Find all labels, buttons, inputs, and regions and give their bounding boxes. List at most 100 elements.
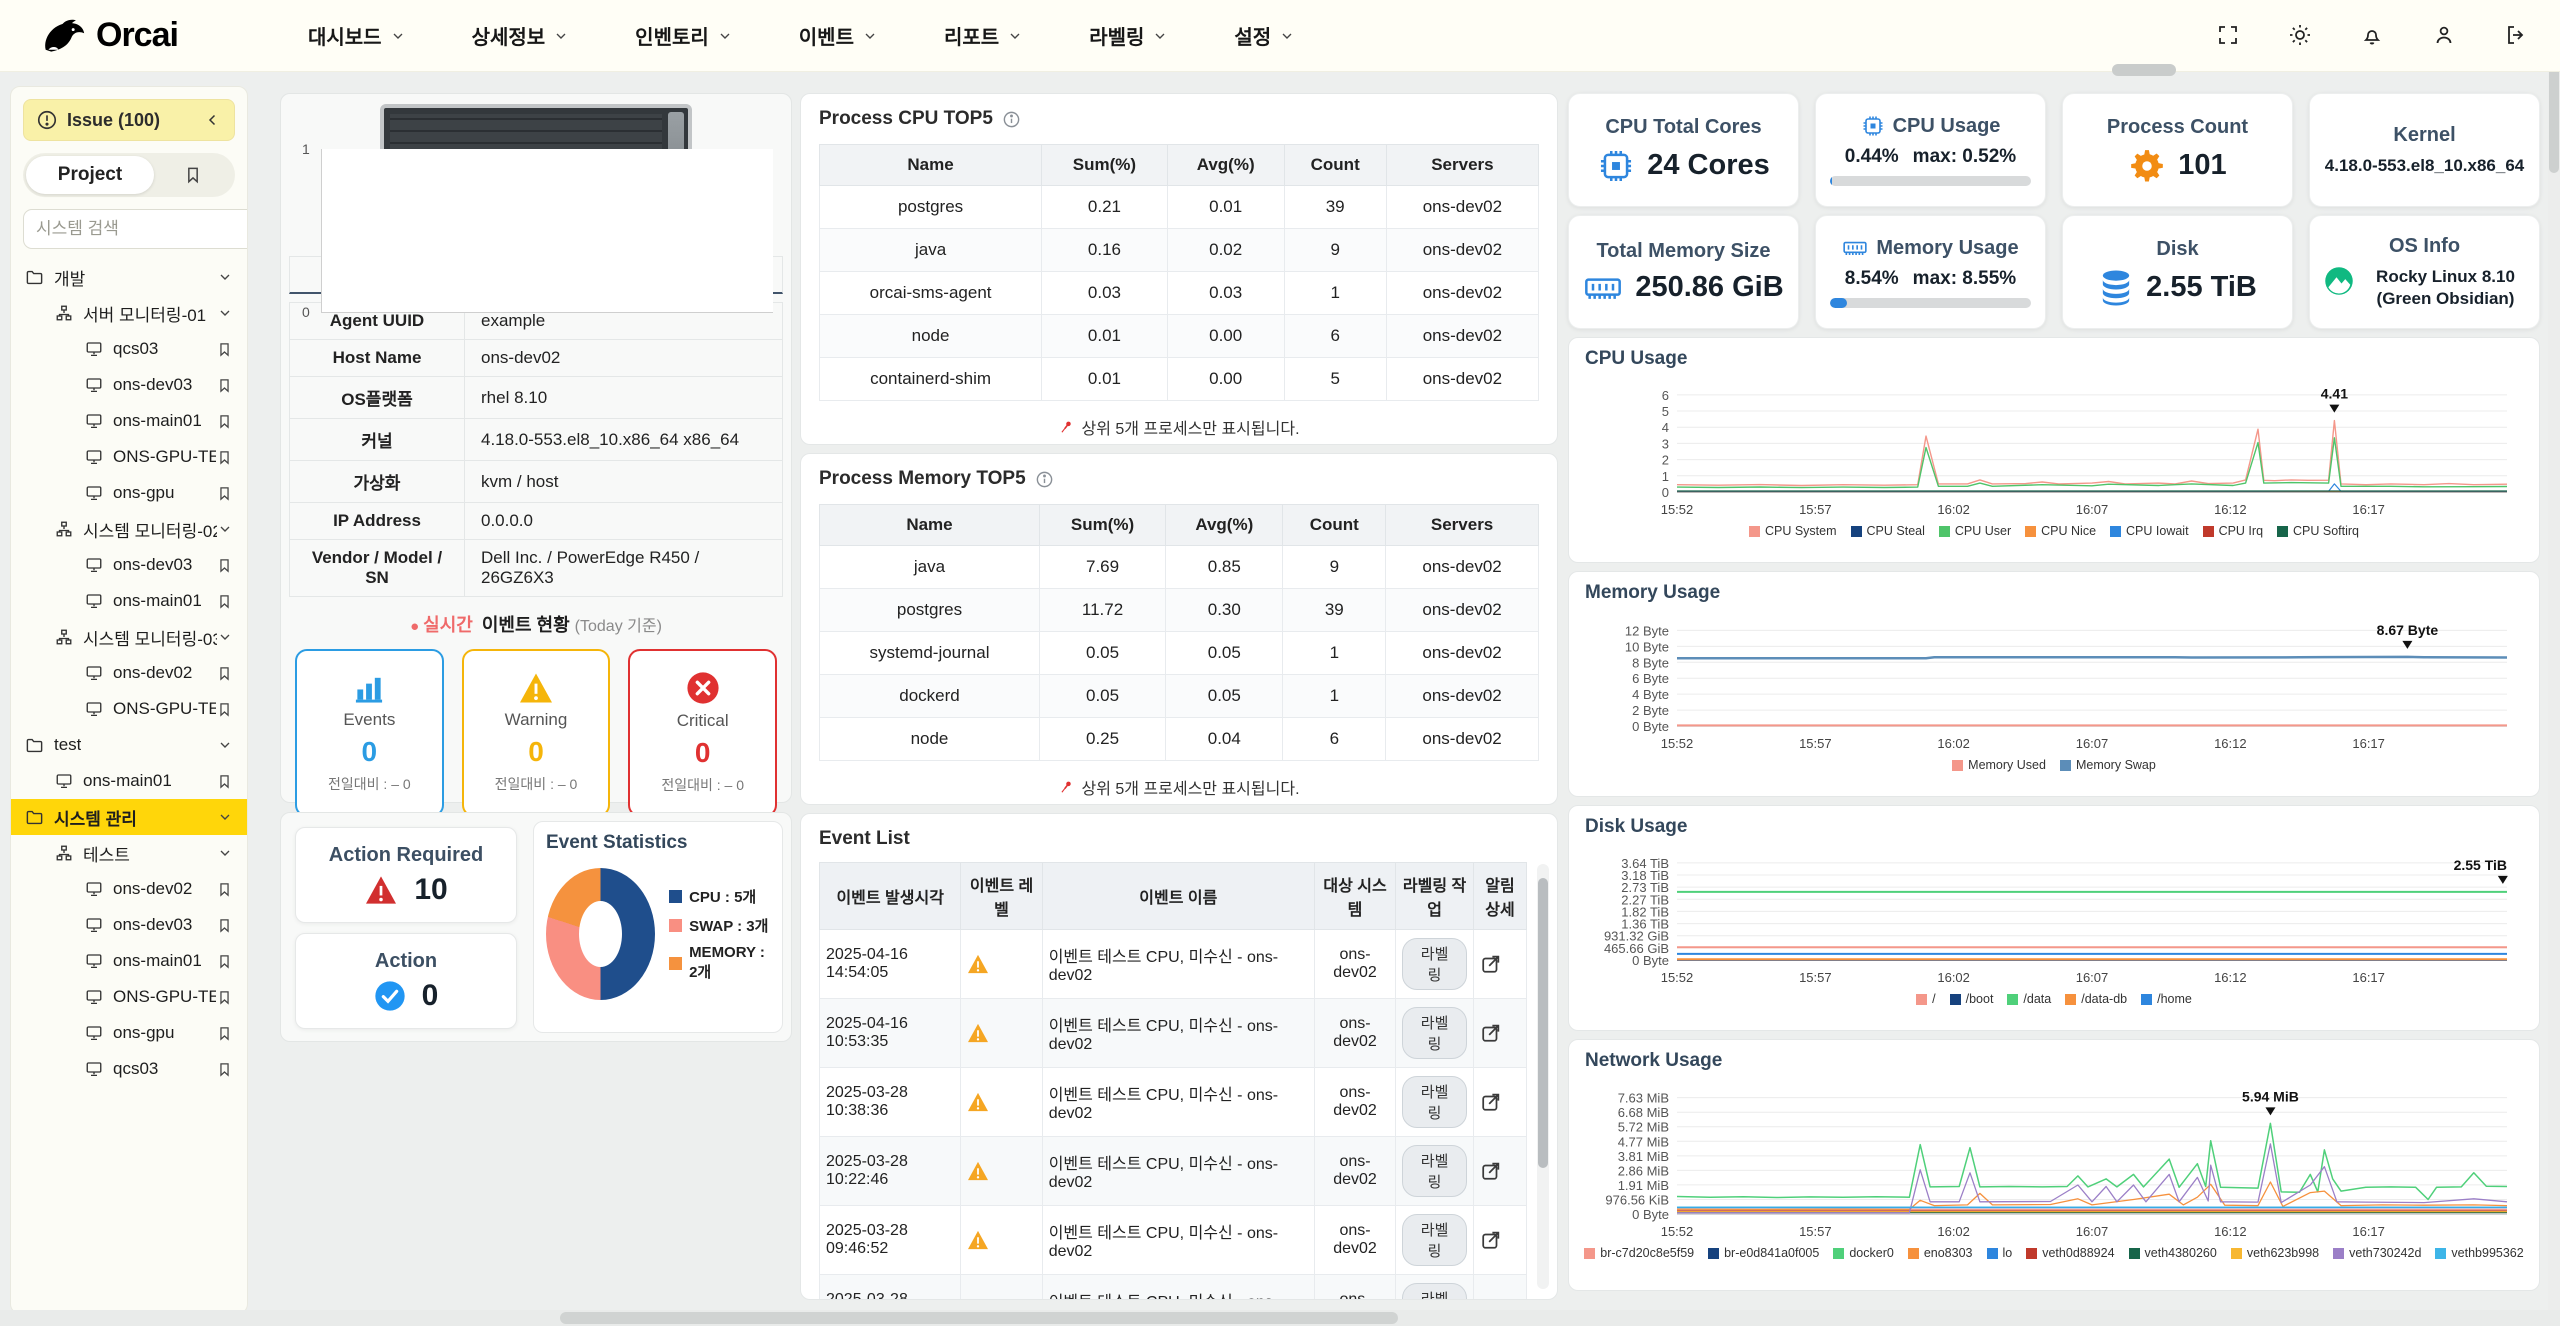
alert-detail-icon[interactable] [1480,1022,1520,1044]
sidebar-item-ONS-GPU-TEST[interactable]: ONS-GPU-TEST [11,691,247,727]
labeling-button[interactable]: 라벨링 [1402,1283,1467,1300]
sidebar-item-ons-dev03[interactable]: ons-dev03 [11,547,247,583]
brand[interactable]: Orcai [42,16,178,55]
bookmark-icon[interactable] [216,341,233,358]
alert-detail-icon[interactable] [1480,953,1520,975]
memory-usage-chart: 0 Byte2 Byte4 Byte6 Byte8 Byte10 Byte12 … [1585,604,2523,756]
bookmark-icon[interactable] [216,701,233,718]
sidebar-item-qcs03[interactable]: qcs03 [11,1051,247,1087]
alert-detail-icon[interactable] [1480,1298,1520,1300]
nav-menu-7[interactable]: 설정 [1234,21,1295,50]
profile-icon[interactable] [2432,23,2458,49]
bookmark-icon[interactable] [216,557,233,574]
alert-detail-icon[interactable] [1480,1091,1520,1113]
collapse-sidebar-icon[interactable] [204,111,222,129]
nav-menu-2[interactable]: 상세정보 [472,21,570,50]
sidebar-item-시스템 모니터링-02[interactable]: 시스템 모니터링-02 [11,511,247,547]
issue-banner[interactable]: Issue (100) [23,99,235,141]
floating-horizontal-scrollbar[interactable] [2112,64,2176,76]
chevron-down-icon[interactable] [217,809,233,825]
warning-level-icon [967,1230,1035,1250]
info-icon[interactable] [1002,110,1021,129]
chevron-down-icon[interactable] [217,845,233,861]
fullscreen-icon[interactable] [2216,23,2242,49]
chevron-down-icon[interactable] [217,521,233,537]
event-name: 이벤트 테스트 CPU, 미수신 - ons-dev02 [1042,1206,1314,1275]
sidebar-item-시스템 모니터링-03[interactable]: 시스템 모니터링-03 [11,619,247,655]
bookmark-icon[interactable] [216,665,233,682]
sidebar-item-ONS-GPU-TEST[interactable]: ONS-GPU-TEST [11,439,247,475]
sidebar-item-개발[interactable]: 개발 [11,259,247,295]
system-search-input[interactable] [23,209,248,249]
svg-text:8.67 Byte: 8.67 Byte [2377,622,2439,638]
sidebar-item-test[interactable]: test [11,727,247,763]
sidebar-item-ons-dev03[interactable]: ons-dev03 [11,907,247,943]
bookmark-icon[interactable] [216,377,233,394]
event-card-critical[interactable]: Critical0전일대비 : – 0 [628,649,777,817]
event-list-scrollbar[interactable] [1537,864,1549,1289]
info-icon[interactable] [1035,470,1054,489]
sidebar-item-테스트[interactable]: 테스트 [11,835,247,871]
sidebar-item-ons-dev02[interactable]: ons-dev02 [11,655,247,691]
nav-menu-6[interactable]: 라벨링 [1089,21,1168,50]
bookmark-icon[interactable] [216,593,233,610]
action-title: Action [375,950,437,973]
chevron-down-icon[interactable] [217,629,233,645]
theme-icon[interactable] [2288,23,2314,49]
svg-text:2: 2 [1662,453,1669,468]
labeling-button[interactable]: 라벨링 [1402,1076,1467,1128]
logout-icon[interactable] [2504,23,2530,49]
notifications-icon[interactable] [2360,23,2386,49]
bookmark-icon[interactable] [216,881,233,898]
nav-menu-5[interactable]: 리포트 [944,21,1023,50]
sidebar-item-서버 모니터링-01[interactable]: 서버 모니터링-01 [11,295,247,331]
sidebar-item-ons-gpu[interactable]: ons-gpu [11,1015,247,1051]
bookmark-tab[interactable] [154,165,232,185]
sidebar-item-ons-main01[interactable]: ons-main01 [11,943,247,979]
labeling-button[interactable]: 라벨링 [1402,1007,1467,1059]
sidebar-item-ons-main01[interactable]: ons-main01 [11,583,247,619]
bookmark-icon[interactable] [216,917,233,934]
legend-item: eno8303 [1908,1246,1973,1260]
nav-menu-4[interactable]: 이벤트 [799,21,878,50]
chevron-down-icon[interactable] [217,737,233,753]
event-card-warning[interactable]: Warning0전일대비 : – 0 [462,649,611,817]
tab-project[interactable]: Project [26,156,154,194]
sidebar-item-ons-dev02[interactable]: ons-dev02 [11,871,247,907]
legend-label: veth0d88924 [2042,1246,2114,1260]
bookmark-icon[interactable] [216,773,233,790]
chevron-down-icon[interactable] [217,305,233,321]
bookmark-icon[interactable] [216,413,233,430]
bookmark-icon[interactable] [216,1025,233,1042]
labeling-button[interactable]: 라벨링 [1402,1214,1467,1266]
nav-menu-1[interactable]: 대시보드 [308,21,406,50]
legend-swatch [2203,526,2214,537]
event-target: ons-dev02 [1314,1275,1395,1301]
sidebar-item-ons-main01[interactable]: ons-main01 [11,403,247,439]
alert-detail-icon[interactable] [1480,1229,1520,1251]
sidebar-item-시스템 관리[interactable]: 시스템 관리 [11,799,247,835]
sidebar-item-ons-main01[interactable]: ons-main01 [11,763,247,799]
legend-swatch [2141,994,2152,1005]
bookmark-icon[interactable] [216,449,233,466]
event-card-events[interactable]: Events0전일대비 : – 0 [295,649,444,817]
sidebar-item-ONS-GPU-TEST[interactable]: ONS-GPU-TEST [11,979,247,1015]
legend-item: Memory Swap [2060,758,2156,772]
realtime-event-heading: ●실시간 이벤트 현황 (Today 기준) [289,611,783,637]
bookmark-icon[interactable] [216,485,233,502]
horizontal-scrollbar[interactable] [0,1310,2560,1326]
bookmark-icon[interactable] [216,1061,233,1078]
bookmark-icon[interactable] [216,989,233,1006]
server-info-label: OS플랫폼 [290,377,465,419]
alert-detail-icon[interactable] [1480,1160,1520,1182]
sidebar-item-qcs03[interactable]: qcs03 [11,331,247,367]
nav-menu-3[interactable]: 인벤토리 [635,21,733,50]
sidebar-item-ons-gpu[interactable]: ons-gpu [11,475,247,511]
bookmark-icon[interactable] [216,953,233,970]
sidebar-item-ons-dev03[interactable]: ons-dev03 [11,367,247,403]
labeling-button[interactable]: 라벨링 [1402,1145,1467,1197]
chevron-down-icon[interactable] [217,269,233,285]
labeling-button[interactable]: 라벨링 [1402,938,1467,990]
vertical-scrollbar[interactable] [2548,0,2560,1326]
event-card-name: Events [343,710,395,730]
